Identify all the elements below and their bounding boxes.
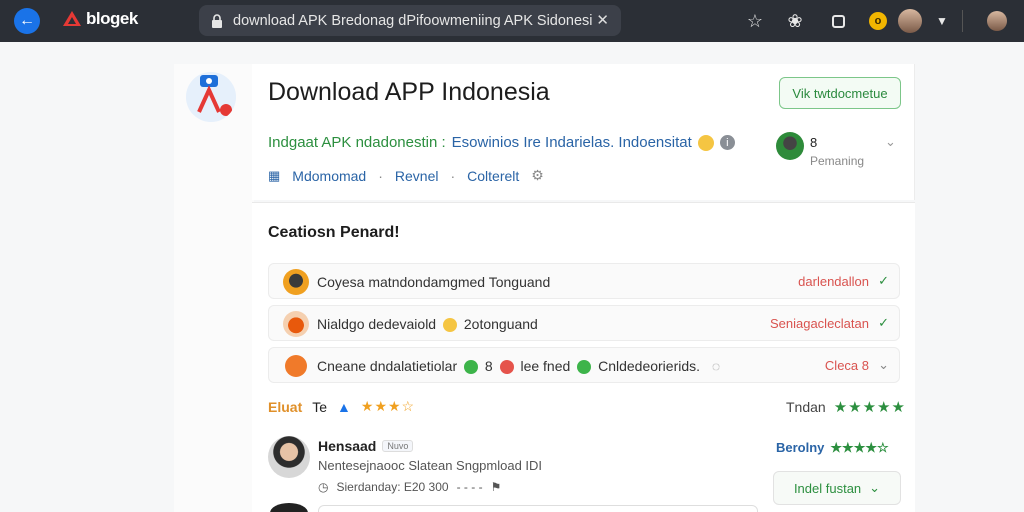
- reply-input[interactable]: [318, 505, 758, 512]
- section-title: Ceatiosn Penard!: [268, 224, 400, 241]
- tab-counter-icon[interactable]: [826, 9, 850, 33]
- row-text: Coyesa matndondamgmed Tonguand: [317, 274, 551, 290]
- smile-emoji-icon: [442, 318, 457, 333]
- app-title: Download APP Indonesia: [268, 78, 550, 106]
- account-avatar-icon[interactable]: [985, 9, 1009, 33]
- review-meta: ◷ Sierdanday: E20 300 - - - - ⚑: [318, 480, 501, 494]
- star-rating: ★★★☆: [360, 398, 416, 414]
- reviewer-name[interactable]: Hensaad: [318, 438, 376, 454]
- developer-subtitle: Pemaning: [810, 154, 865, 168]
- list-item[interactable]: Cneane dndalatietiolar 8 lee fned Cnlded…: [268, 347, 900, 383]
- smile-emoji-icon: [697, 134, 714, 151]
- settings-gear-icon[interactable]: ⚙: [531, 167, 544, 184]
- app-meta-links: ▦ Mdomomad · Revnel · Colterelt ⚙: [268, 167, 544, 184]
- row-text: Nialdgo dedevaiold: [317, 316, 437, 332]
- rating-right: Tndan ★★★★★: [786, 398, 906, 416]
- meta-link-2[interactable]: Revnel: [395, 168, 439, 184]
- back-arrow-icon[interactable]: ←: [14, 8, 40, 34]
- toolbar-divider: [962, 10, 963, 32]
- review-text: Nentesejnaooc Slatean Sngpmload IDI: [318, 458, 543, 473]
- review-rating-label: Berolny: [776, 440, 825, 455]
- flag-icon[interactable]: ⚑: [491, 480, 502, 494]
- lock-icon: [212, 13, 222, 28]
- row-text-tertiary: lee fned: [520, 358, 571, 374]
- profile-avatar-icon[interactable]: [898, 9, 922, 33]
- list-item[interactable]: Nialdgo dedevaiold 2otonguand Seniagacle…: [268, 305, 900, 341]
- coin-icon[interactable]: o: [866, 9, 890, 33]
- ratings-summary: Eluat Te ▲ ★★★☆: [268, 398, 415, 415]
- chevron-down-icon[interactable]: ⌄: [885, 134, 896, 150]
- extensions-icon[interactable]: ❀: [783, 9, 807, 33]
- reviewer-tag: Nuvo: [382, 440, 414, 452]
- row-coin-icon: [285, 355, 307, 377]
- star-icon[interactable]: ☆: [743, 9, 767, 33]
- subtitle-blue-text[interactable]: Esowinios Ire Indarielas. Indoensitat: [452, 134, 692, 151]
- grid-icon: ▦: [268, 167, 281, 183]
- loading-icon: ◌: [711, 358, 721, 374]
- green-star-rating: ★★★★★: [833, 399, 906, 416]
- red-badge-icon: [499, 360, 514, 375]
- row-box-icon: [283, 311, 309, 337]
- helpful-button[interactable]: Indel fustan ⌄: [773, 471, 901, 505]
- app-subtitle: Indgaat APK ndadonestin : Esowinios Ire …: [268, 134, 735, 151]
- row-status: Seniagacleclatan: [769, 316, 869, 331]
- review-stars: ★★★★☆: [830, 440, 889, 455]
- review-rating: Berolny ★★★★☆: [776, 440, 889, 456]
- page-gutter: [174, 64, 254, 512]
- url-text: download APK Bredonag dPifoowmeniing APK…: [233, 12, 593, 29]
- helpful-label: Indel fustan: [793, 480, 862, 496]
- play-badge-icon: [577, 360, 592, 375]
- rating-value: Te: [312, 398, 328, 415]
- rating-label: Eluat: [268, 398, 303, 415]
- brand-name: blogek: [86, 9, 138, 28]
- row-text-secondary: 2otonguand: [463, 316, 538, 332]
- chevron-down-icon[interactable]: ▼: [930, 9, 954, 33]
- row-text: Cneane dndalatietiolar: [317, 358, 458, 374]
- app-logo-icon: [186, 72, 236, 122]
- info-icon[interactable]: i: [719, 135, 735, 150]
- green-badge-icon: [464, 360, 478, 375]
- meta-link-3[interactable]: Colterelt: [467, 168, 519, 184]
- developer-name: 8: [810, 135, 818, 150]
- chevron-down-icon: ⌄: [869, 480, 881, 495]
- developer-avatar[interactable]: [776, 132, 804, 160]
- row-text-quaternary: Cnldedeorierids.: [598, 358, 701, 374]
- review-date: Sierdanday: E20 300: [336, 480, 449, 494]
- address-bar[interactable]: download APK Bredonag dPifoowmeniing APK…: [199, 5, 621, 36]
- row-status: darlendallon: [798, 274, 869, 289]
- chevron-down-icon[interactable]: ✓: [878, 273, 889, 289]
- row-status: Cleca 8: [824, 358, 869, 373]
- install-button[interactable]: Vik twtdocmetue: [779, 77, 901, 109]
- row-text-secondary: 8: [484, 358, 493, 374]
- reviewer-name-row: Hensaad Nuvo: [318, 438, 414, 454]
- list-item[interactable]: Coyesa matndondamgmed Tonguand darlendal…: [268, 263, 900, 299]
- browser-brand[interactable]: blogek: [62, 9, 138, 29]
- subtitle-green-text: Indgaat APK ndadonestin :: [268, 134, 446, 151]
- thumbs-up-icon[interactable]: ▲: [337, 399, 351, 415]
- chevron-down-icon[interactable]: ✓: [878, 315, 889, 331]
- reviewer-avatar[interactable]: [268, 436, 310, 478]
- brand-logo-icon: [63, 11, 81, 26]
- chevron-down-icon[interactable]: ⌄: [878, 357, 889, 373]
- clock-icon: ◷: [318, 480, 329, 494]
- close-icon[interactable]: ✕: [596, 11, 609, 29]
- review-dashes: - - - -: [456, 480, 483, 494]
- browser-toolbar: ← blogek download APK Bredonag dPifoowme…: [0, 0, 1024, 42]
- rating-right-label: Tndan: [786, 399, 826, 415]
- row-avatar-icon: [283, 269, 309, 295]
- meta-link-1[interactable]: Mdomomad: [292, 168, 366, 184]
